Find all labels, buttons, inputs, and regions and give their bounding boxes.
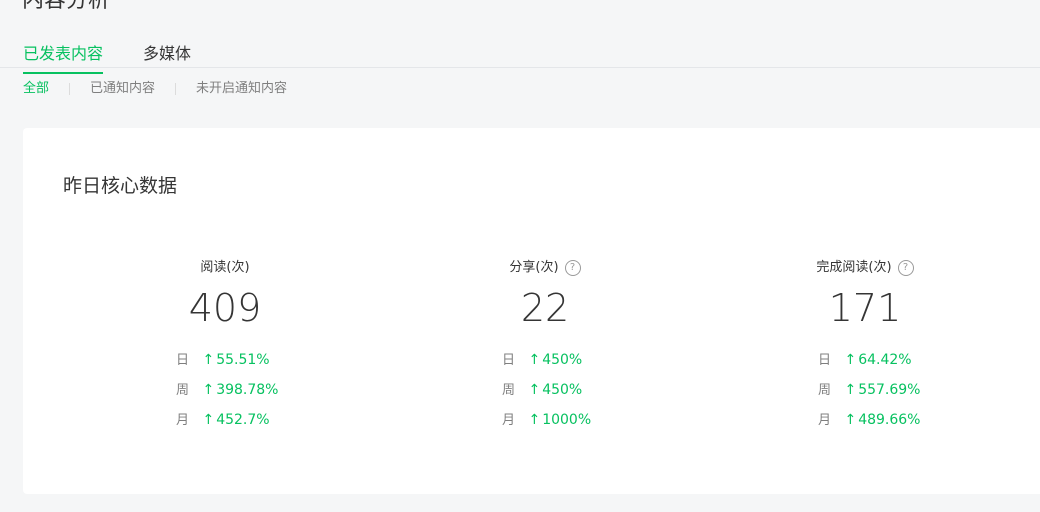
change-row-week: 周 ↑ 398.78% <box>176 379 278 409</box>
change-row-day: 日 ↑ 450% <box>502 349 591 379</box>
arrow-up-icon: ↑ <box>528 412 541 428</box>
change-period: 日 <box>818 353 832 368</box>
arrow-up-icon: ↑ <box>202 352 215 368</box>
metric-label: 阅读(次) <box>65 256 385 275</box>
arrow-up-icon: ↑ <box>528 352 541 368</box>
tab-multimedia[interactable]: 多媒体 <box>143 40 191 64</box>
change-row-month: 月 ↑ 452.7% <box>176 409 278 439</box>
arrow-up-icon: ↑ <box>202 382 215 398</box>
subtab-all[interactable]: 全部 <box>23 77 49 96</box>
card-title: 昨日核心数据 <box>63 175 178 197</box>
tab-published-content[interactable]: 已发表内容 <box>23 40 104 74</box>
filter-subtabs: 全部 已通知内容 未开启通知内容 <box>23 77 287 96</box>
metric-label-text: 阅读(次) <box>200 260 250 275</box>
change-period: 周 <box>818 383 832 398</box>
content-tabs: 已发表内容 多媒体 <box>0 30 1040 74</box>
change-row-day: 日 ↑ 64.42% <box>818 349 920 379</box>
metric-changes: 日 ↑ 55.51% 周 ↑ 398.78% 月 ↑ 452.7% <box>176 349 278 439</box>
metric-changes: 日 ↑ 450% 周 ↑ 450% 月 ↑ 1000% <box>502 349 591 439</box>
change-row-week: 周 ↑ 557.69% <box>818 379 920 409</box>
metric-label-text: 完成阅读(次) <box>816 260 892 275</box>
page-title: 内容分析 <box>22 0 111 13</box>
change-period: 月 <box>176 413 190 428</box>
change-value: 450% <box>542 352 583 368</box>
change-row-month: 月 ↑ 1000% <box>502 409 591 439</box>
change-period: 月 <box>502 413 516 428</box>
question-circle-icon[interactable]: ? <box>897 259 914 276</box>
metric-value: 409 <box>188 286 262 330</box>
core-data-card: 昨日核心数据 阅读(次) 409 日 ↑ 55.51% 周 ↑ 398.78% 月 … <box>23 128 1040 494</box>
metric-changes: 日 ↑ 64.42% 周 ↑ 557.69% 月 ↑ 489.66% <box>818 349 920 439</box>
arrow-up-icon: ↑ <box>844 382 857 398</box>
change-value: 55.51% <box>216 352 270 368</box>
metric-label: 完成阅读(次)? <box>705 256 1025 276</box>
change-value: 489.66% <box>858 412 921 428</box>
change-value: 452.7% <box>216 412 270 428</box>
subtab-notified[interactable]: 已通知内容 <box>90 77 155 96</box>
arrow-up-icon: ↑ <box>528 382 541 398</box>
subtab-not-notified[interactable]: 未开启通知内容 <box>196 77 287 96</box>
change-value: 64.42% <box>858 352 912 368</box>
change-row-month: 月 ↑ 489.66% <box>818 409 920 439</box>
change-row-day: 日 ↑ 55.51% <box>176 349 278 379</box>
metric-value: 171 <box>828 286 902 330</box>
change-period: 日 <box>176 353 190 368</box>
change-period: 月 <box>818 413 832 428</box>
arrow-up-icon: ↑ <box>844 352 857 368</box>
change-value: 557.69% <box>858 382 921 398</box>
change-value: 450% <box>542 382 583 398</box>
divider <box>69 82 71 95</box>
change-period: 周 <box>176 383 190 398</box>
metric-label-text: 分享(次) <box>509 260 559 275</box>
change-period: 日 <box>502 353 516 368</box>
change-row-week: 周 ↑ 450% <box>502 379 591 409</box>
divider <box>175 82 177 95</box>
arrow-up-icon: ↑ <box>202 412 215 428</box>
change-value: 398.78% <box>216 382 279 398</box>
metric-label: 分享(次)? <box>385 256 705 276</box>
change-value: 1000% <box>542 412 592 428</box>
arrow-up-icon: ↑ <box>844 412 857 428</box>
question-circle-icon[interactable]: ? <box>564 259 581 276</box>
metric-value: 22 <box>520 286 570 330</box>
change-period: 周 <box>502 383 516 398</box>
